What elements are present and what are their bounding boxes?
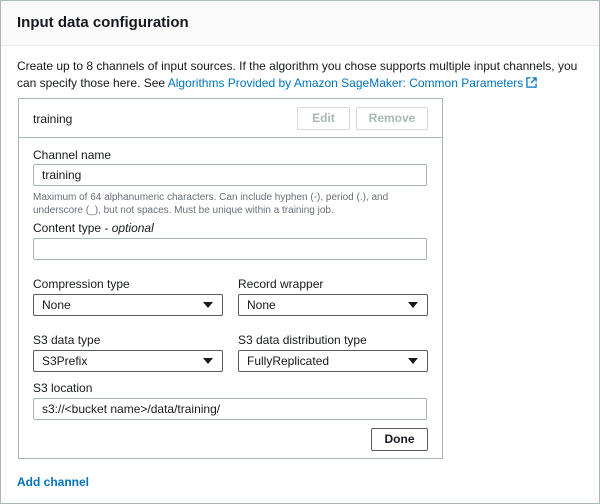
common-parameters-link-label: Algorithms Provided by Amazon SageMaker:…	[167, 76, 524, 90]
channel-name-label: Channel name	[33, 148, 112, 162]
common-parameters-link[interactable]: Algorithms Provided by Amazon SageMaker:…	[168, 76, 537, 90]
content-type-optional: optional	[111, 221, 154, 235]
s3-distribution-type-value: FullyReplicated	[247, 354, 330, 368]
record-wrapper-select[interactable]: None	[238, 294, 428, 316]
content-type-field[interactable]	[33, 238, 427, 260]
s3-data-type-label: S3 data type	[33, 333, 101, 347]
s3-distribution-type-label: S3 data distribution type	[238, 333, 367, 347]
external-link-icon	[526, 77, 537, 88]
channel-name-field[interactable]: training	[33, 164, 427, 186]
channel-name-hint: Maximum of 64 alphanumeric characters. C…	[33, 192, 389, 216]
caret-down-icon	[408, 302, 418, 308]
caret-down-icon	[203, 358, 213, 364]
panel-header: Input data configuration	[1, 1, 599, 46]
s3-data-type-select[interactable]: S3Prefix	[33, 350, 223, 372]
caret-down-icon	[203, 302, 213, 308]
compression-type-select[interactable]: None	[33, 294, 223, 316]
compression-type-value: None	[42, 298, 71, 312]
edit-button[interactable]: Edit	[297, 107, 350, 130]
channel-card: training Edit Remove Channel name traini…	[18, 98, 443, 459]
content-type-label: Content type - optional	[33, 221, 154, 235]
channel-header: training Edit Remove	[19, 99, 442, 138]
channel-header-name: training	[33, 112, 73, 126]
s3-location-label: S3 location	[33, 381, 93, 395]
content-type-label-text: Content type	[33, 221, 102, 235]
add-channel-link[interactable]: Add channel	[17, 475, 89, 489]
compression-type-label: Compression type	[33, 277, 130, 291]
s3-distribution-type-select[interactable]: FullyReplicated	[238, 350, 428, 372]
record-wrapper-label: Record wrapper	[238, 277, 324, 291]
s3-data-type-value: S3Prefix	[42, 354, 88, 368]
content-type-label-sep: -	[101, 221, 112, 235]
input-data-configuration-panel: Input data configuration Create up to 8 …	[0, 0, 600, 504]
panel-description: Create up to 8 channels of input sources…	[17, 58, 587, 92]
record-wrapper-value: None	[247, 298, 276, 312]
panel-title: Input data configuration	[17, 14, 189, 31]
s3-location-field[interactable]: s3://<bucket name>/data/training/	[33, 398, 427, 420]
caret-down-icon	[408, 358, 418, 364]
remove-button[interactable]: Remove	[356, 107, 428, 130]
done-button[interactable]: Done	[371, 428, 428, 451]
